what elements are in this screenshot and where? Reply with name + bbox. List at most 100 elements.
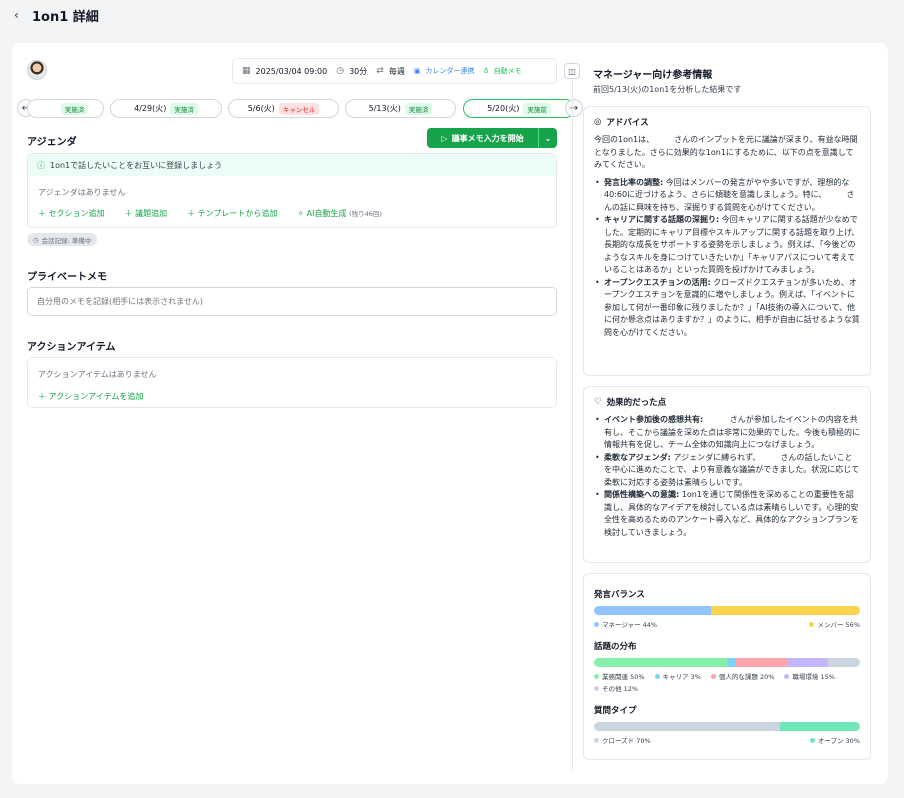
- legend-dot-icon: [594, 673, 599, 679]
- legend-label: 職場環境 15%: [792, 673, 835, 681]
- calendar-sync-link[interactable]: カレンダー連携: [425, 66, 474, 76]
- template-add-label: テンプレートから追加: [197, 209, 278, 218]
- effective-item-title: イベント参加後の感想共有:: [604, 415, 704, 424]
- legend-item: マネージャー 44%: [594, 619, 657, 629]
- question-type: 質問タイプ クローズド 70% オープン 30%: [594, 704, 860, 745]
- speech-balance-segment: [711, 606, 860, 615]
- record-status-text: 会話記録: 準備中: [41, 236, 92, 245]
- speech-balance-legend: マネージャー 44% メンバー 56%: [594, 619, 860, 629]
- legend-item: 業務関連 50%: [594, 671, 645, 681]
- legend-label: マネージャー 44%: [602, 621, 658, 629]
- session-pill[interactable]: 5/13(火) 実施済: [345, 99, 456, 118]
- legend-item: キャリア 3%: [654, 671, 701, 681]
- agenda-heading: アジェンダ: [27, 137, 77, 148]
- topic-distribution-segment: [727, 658, 735, 667]
- ai-generate-label: AI自動生成: [306, 209, 347, 218]
- mic-icon: ♁: [483, 67, 489, 75]
- add-action-item-button[interactable]: ＋ アクションアイテムを追加: [38, 391, 143, 402]
- question-type-legend: クローズド 70% オープン 30%: [594, 735, 860, 745]
- left-column: ▦ 2025/03/04 09:00 ◷ 30分 ⇄ 毎週 ▣ カレンダー連携 …: [17, 43, 583, 784]
- calendar-sync-icon: ▣: [413, 67, 421, 75]
- template-add-button[interactable]: ＋ テンプレートから追加: [187, 208, 277, 219]
- list-item: 発言比率の調整: 今回はメンバーの発言がやや多いですが、理想的な40:60に近づ…: [594, 177, 860, 215]
- legend-label: 業務関連 50%: [602, 673, 645, 681]
- ai-remaining: (残り46回): [349, 210, 382, 218]
- sparkle-icon: ✧: [297, 209, 305, 218]
- clock-icon: ◷: [336, 66, 345, 76]
- session-carousel: ← 実施済 4/29(火) 実施済 5/6(火) キャンセル 5/13(火) 実…: [17, 98, 583, 120]
- legend-item: 個人的な課題 20%: [710, 671, 774, 681]
- ai-generate-button[interactable]: ✧ AI自動生成 (残り46回): [297, 208, 381, 219]
- topic-distribution-legend: 業務関連 50% キャリア 3% 個人的な課題 20% 職場環境 15% その他 12%: [594, 671, 860, 693]
- chevron-down-icon[interactable]: ⌄: [538, 128, 557, 148]
- legend-label: キャリア 3%: [662, 673, 701, 681]
- speech-balance: 発言バランス マネージャー 44% メンバー 56%: [594, 588, 860, 629]
- next-arrow-icon[interactable]: →: [565, 99, 583, 117]
- advice-item-title: 発言比率の調整:: [604, 177, 664, 187]
- target-icon: ◎: [594, 117, 602, 127]
- start-memo-button[interactable]: ▷ 議事メモ入力を開始 ⌄: [427, 128, 557, 148]
- session-status-badge: キャンセル: [278, 102, 320, 115]
- top-bar: ‹ 1on1 詳細: [0, 0, 904, 30]
- detail-card: ▦ 2025/03/04 09:00 ◷ 30分 ⇄ 毎週 ▣ カレンダー連携 …: [12, 43, 888, 784]
- meeting-meta-bar: ▦ 2025/03/04 09:00 ◷ 30分 ⇄ 毎週 ▣ カレンダー連携 …: [232, 58, 557, 84]
- effective-item-title: 柔軟なアジェンダ:: [604, 452, 671, 462]
- session-pill[interactable]: 5/6(火) キャンセル: [228, 99, 339, 118]
- add-topic-button[interactable]: ＋ 議題追加: [125, 208, 168, 219]
- column-divider: [572, 61, 573, 771]
- session-pill[interactable]: 4/29(火) 実施済: [110, 99, 222, 118]
- session-date: 5/6(火): [247, 104, 275, 113]
- agenda-box: ⓘ 1on1で話したいことをお互いに登録しましょう アジェンダはありません ＋ …: [27, 153, 557, 228]
- session-pill-active[interactable]: 5/20(火) 実施前: [463, 99, 575, 118]
- record-status-badge: ◷ 会話記録: 準備中: [27, 233, 98, 246]
- legend-dot-icon: [710, 673, 716, 679]
- legend-dot-icon: [809, 737, 815, 743]
- question-type-segment: [594, 722, 781, 731]
- question-type-segment: [780, 722, 860, 731]
- legend-dot-icon: [784, 673, 790, 679]
- manager-panel-title: マネージャー向け参考情報: [593, 70, 713, 81]
- auto-memo-link[interactable]: 自動メモ: [494, 66, 522, 76]
- advice-item-title: キャリアに関する話題の深掘り:: [604, 215, 720, 224]
- advice-box: ◎ アドバイス 今回の1on1は、 さんのインプットを元に議論が深まり、有益な時…: [583, 106, 871, 376]
- session-date: 4/29(火): [134, 104, 167, 113]
- manager-panel-subtitle: 前回5/13(火)の1on1を分析した結果です: [593, 85, 742, 94]
- topic-distribution-segment: [828, 658, 860, 667]
- question-type-bar: [594, 722, 860, 731]
- topic-distribution-bar: [594, 658, 860, 667]
- legend-dot-icon: [594, 621, 599, 627]
- action-items-empty: アクションアイテムはありません: [38, 370, 157, 379]
- meeting-datetime: 2025/03/04 09:00: [255, 66, 328, 76]
- stats-box: 発言バランス マネージャー 44% メンバー 56% 話題の分布 業務関連 50%…: [583, 573, 871, 760]
- speech-balance-bar: [594, 606, 860, 615]
- advice-heading: ◎ アドバイス: [594, 116, 860, 128]
- topic-distribution-segment: [734, 658, 789, 667]
- session-date: 5/20(火): [487, 104, 520, 113]
- private-memo-input[interactable]: [27, 287, 557, 316]
- legend-item: オープン 30%: [809, 735, 860, 745]
- panel-toggle-icon[interactable]: ◫: [564, 63, 580, 79]
- add-section-label: セクション追加: [48, 209, 105, 218]
- legend-dot-icon: [594, 685, 599, 691]
- session-pill[interactable]: 実施済: [27, 99, 104, 118]
- session-date: 5/13(火): [368, 104, 401, 113]
- agenda-hint: ⓘ 1on1で話したいことをお互いに登録しましょう: [28, 154, 556, 176]
- legend-dot-icon: [594, 737, 599, 743]
- back-chevron-icon[interactable]: ‹: [14, 8, 32, 22]
- clock-icon: ◷: [33, 235, 39, 244]
- legend-item: その他 12%: [594, 683, 638, 693]
- manager-panel: マネージャー向け参考情報 前回5/13(火)の1on1を分析した結果です ◎ ア…: [583, 43, 873, 784]
- start-memo-label: 議事メモ入力を開始: [451, 133, 524, 143]
- session-status-badge: 実施済: [170, 102, 198, 115]
- advice-heading-text: アドバイス: [606, 118, 649, 128]
- agenda-hint-text: 1on1で話したいことをお互いに登録しましょう: [50, 160, 223, 170]
- page-title: 1on1 詳細: [32, 9, 99, 25]
- add-section-button[interactable]: ＋ セクション追加: [38, 208, 105, 219]
- play-icon: ▷: [441, 133, 448, 143]
- question-type-heading: 質問タイプ: [594, 706, 637, 716]
- speech-balance-segment: [594, 606, 712, 615]
- session-status-badge: 実施前: [523, 102, 551, 115]
- avatar[interactable]: [27, 60, 47, 80]
- topic-distribution-segment: [788, 658, 829, 667]
- action-items-box: アクションアイテムはありません ＋ アクションアイテムを追加: [27, 357, 557, 408]
